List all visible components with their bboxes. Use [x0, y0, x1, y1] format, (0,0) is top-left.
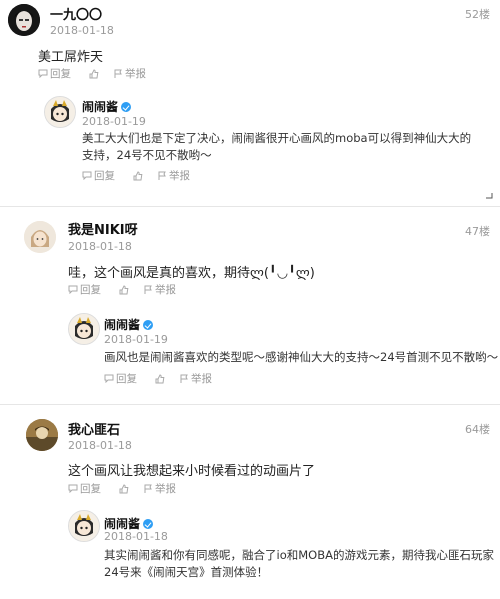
reply-icon: [68, 484, 78, 493]
verified-badge-icon: [143, 320, 154, 330]
report-label: 举报: [169, 170, 190, 182]
reply-button[interactable]: 回复: [68, 282, 101, 297]
reply-actions: 回复 举报: [82, 168, 208, 183]
thumbs-up-icon: [119, 483, 129, 493]
report-icon: [114, 69, 122, 78]
reply-icon: [68, 285, 78, 294]
reply-avatar[interactable]: [44, 96, 76, 128]
avatar-portrait-icon: [8, 4, 40, 36]
comment-actions: 回复 举报: [68, 282, 194, 297]
like-button[interactable]: [89, 68, 101, 79]
reply-username-text: 闹闹酱: [104, 517, 141, 531]
comment-username[interactable]: 一九〇〇: [50, 4, 102, 23]
divider: [0, 206, 500, 207]
reply-icon: [38, 69, 48, 78]
reply-icon: [104, 374, 114, 383]
thumbs-up-icon: [133, 170, 143, 180]
report-label: 举报: [191, 373, 212, 385]
report-icon: [158, 171, 166, 180]
reply-text: 画风也是闹闹酱喜欢的类型呢～感谢神仙大大的支持～24号首测不见不散哟～: [104, 350, 499, 364]
user-avatar[interactable]: [8, 4, 40, 36]
report-label: 举报: [155, 284, 176, 296]
comment-date: 2018-01-18: [68, 240, 132, 253]
cursor-mark-icon: [486, 193, 493, 199]
reply-avatar[interactable]: [68, 510, 100, 542]
report-icon: [144, 285, 152, 294]
reply-label: 回复: [80, 284, 101, 296]
report-icon: [144, 484, 152, 493]
comment-floor: 47楼: [465, 225, 490, 238]
like-button[interactable]: [133, 170, 145, 181]
comment-actions: 回复 举报: [38, 66, 164, 81]
like-button[interactable]: [155, 373, 167, 384]
comment-username[interactable]: 我心匪石: [68, 419, 120, 438]
comment-floor: 52楼: [465, 8, 490, 21]
reply-date: 2018-01-19: [82, 115, 146, 128]
verified-badge-icon: [143, 519, 154, 529]
report-label: 举报: [155, 483, 176, 495]
reply-actions: 回复 举报: [104, 371, 230, 386]
thumbs-up-icon: [89, 68, 99, 78]
like-button[interactable]: [119, 284, 131, 295]
comment-date: 2018-01-18: [50, 24, 114, 37]
comment-text: 美工屌炸天: [38, 50, 104, 65]
reply-icon: [82, 171, 92, 180]
reply-text: 其实闹闹酱和你有同感呢，融合了io和MOBA的游戏元素，期待我心匪石玩家24号来…: [104, 548, 494, 579]
comment-date: 2018-01-18: [68, 439, 132, 452]
reply-username[interactable]: 闹闹酱: [82, 98, 132, 115]
mascot-icon: [69, 314, 99, 344]
comment-text: 这个画风让我想起来小时候看过的动画片了: [68, 464, 316, 479]
report-button[interactable]: 举报: [143, 481, 176, 496]
comment-text: 哇，这个画风是真的喜欢，期待ლ(╹◡╹ლ): [68, 266, 315, 281]
report-button[interactable]: 举报: [157, 168, 190, 183]
report-button[interactable]: 举报: [179, 371, 212, 386]
reply-date: 2018-01-19: [104, 333, 168, 346]
reply-avatar[interactable]: [68, 313, 100, 345]
report-button[interactable]: 举报: [143, 282, 176, 297]
mascot-icon: [45, 97, 75, 127]
reply-label: 回复: [80, 483, 101, 495]
report-label: 举报: [125, 68, 146, 80]
reply-label: 回复: [94, 170, 115, 182]
comment-actions: 回复 举报: [68, 481, 194, 496]
reply-button[interactable]: 回复: [68, 481, 101, 496]
reply-label: 回复: [50, 68, 71, 80]
user-avatar[interactable]: [26, 419, 58, 451]
comment-username[interactable]: 我是NIKI呀: [68, 219, 138, 238]
reply-text: 美工大大们也是下定了决心，闹闹酱很开心画风的moba可以得到神仙大大的支持，24…: [82, 131, 472, 162]
divider: [0, 404, 500, 405]
like-button[interactable]: [119, 483, 131, 494]
comment-floor: 64楼: [465, 423, 490, 436]
thumbs-up-icon: [119, 284, 129, 294]
user-avatar[interactable]: [24, 221, 56, 253]
reply-username-text: 闹闹酱: [82, 100, 119, 114]
reply-username[interactable]: 闹闹酱: [104, 316, 154, 333]
verified-badge-icon: [121, 102, 132, 112]
avatar-scene-icon: [26, 419, 58, 451]
reply-username-text: 闹闹酱: [104, 318, 141, 332]
reply-button[interactable]: 回复: [104, 371, 137, 386]
reply-label: 回复: [116, 373, 137, 385]
report-icon: [180, 374, 188, 383]
reply-date: 2018-01-18: [104, 530, 168, 543]
thumbs-up-icon: [155, 373, 165, 383]
report-button[interactable]: 举报: [113, 66, 146, 81]
mascot-icon: [69, 511, 99, 541]
reply-button[interactable]: 回复: [38, 66, 71, 81]
reply-button[interactable]: 回复: [82, 168, 115, 183]
avatar-girl-icon: [24, 221, 56, 253]
